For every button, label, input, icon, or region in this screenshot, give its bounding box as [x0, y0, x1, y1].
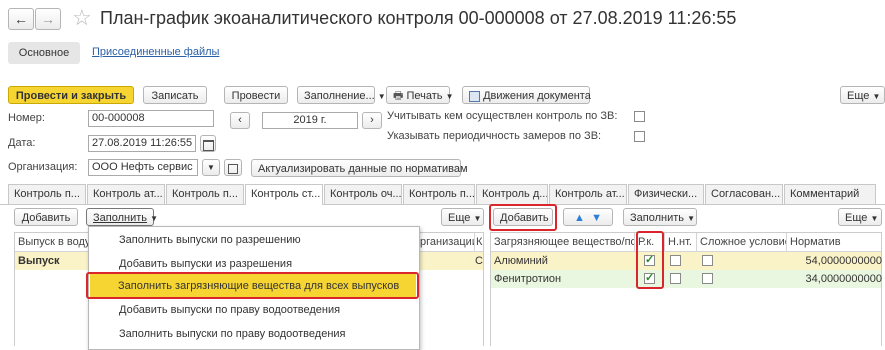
move-buttons[interactable]: ▲ ▼: [563, 208, 613, 226]
tab-control-2[interactable]: Контроль ат...: [87, 184, 165, 204]
right-col-rk[interactable]: Р.к.: [635, 233, 665, 251]
row-1-norm: 54,0000000000: [805, 255, 882, 267]
chevron-left-icon: ‹: [238, 114, 242, 126]
row-2-rk-checkbox[interactable]: [644, 271, 655, 284]
right-col-norm[interactable]: Норматив: [787, 233, 881, 251]
tabs-baseline: [0, 204, 885, 205]
row-1-complex-checkbox[interactable]: [702, 255, 713, 266]
tab-control-1[interactable]: Контроль п...: [8, 184, 86, 204]
left-fill-button[interactable]: Заполнить ▼: [86, 208, 158, 226]
tab-control-3[interactable]: Контроль п...: [166, 184, 244, 204]
post-button[interactable]: Провести: [224, 86, 288, 104]
date-field[interactable]: 27.08.2019 11:26:55: [88, 135, 196, 152]
left-more-label: Еще: [448, 212, 471, 224]
post-and-close-button[interactable]: Провести и закрыть: [8, 86, 134, 104]
organization-dropdown-button[interactable]: ▼: [202, 159, 220, 176]
left-col-org[interactable]: рганизации: [417, 233, 475, 251]
calendar-icon: [202, 140, 214, 151]
right-fill-label: Заполнить: [630, 212, 685, 224]
fill-in-label: Заполнение...: [304, 90, 375, 102]
print-button[interactable]: 🖶 Печать ▼: [386, 86, 453, 104]
row-2-norm: 34,0000000000: [805, 273, 882, 285]
right-col-nnt[interactable]: Н.нт.: [665, 233, 697, 251]
menu-fill-outlets-by-permit[interactable]: Заполнить выпуски по разрешению: [89, 228, 417, 252]
left-fill-label: Заполнить: [93, 212, 148, 224]
tab-comment[interactable]: Комментарий: [784, 184, 876, 204]
zv-period-checkbox[interactable]: [634, 131, 645, 142]
zv-control-label: Учитывать кем осуществлен контроль по ЗВ…: [387, 110, 618, 122]
chevron-right-icon: ›: [370, 114, 374, 126]
arrow-down-icon[interactable]: ▼: [591, 212, 602, 224]
left-add-button[interactable]: Добавить: [14, 208, 78, 226]
movements-label: Движения документа: [483, 90, 591, 102]
right-fill-button[interactable]: Заполнить ▼: [623, 208, 697, 226]
document-movements-button[interactable]: Движения документа: [462, 86, 591, 104]
right-more-button[interactable]: Еще ▼: [838, 208, 882, 226]
page-title: План-график экоаналитического контроля 0…: [100, 8, 737, 28]
row-1-rk-checkbox[interactable]: [644, 253, 655, 266]
right-col-substance[interactable]: Загрязняющее вещество/по...: [491, 233, 635, 251]
chevron-down-icon: ▼: [870, 214, 879, 223]
favorite-star-icon[interactable]: ☆: [72, 5, 92, 31]
tab-control-7[interactable]: Контроль д...: [476, 184, 548, 204]
number-label: Номер:: [8, 112, 45, 124]
calendar-button[interactable]: [200, 135, 216, 152]
right-more-label: Еще: [845, 212, 868, 224]
chevron-down-icon: ▼: [207, 163, 215, 172]
left-col-k[interactable]: К: [475, 233, 484, 251]
date-label: Дата:: [8, 137, 36, 149]
left-col-outlet[interactable]: Выпуск в воду: [15, 233, 89, 251]
row-1-substance: Алюминий: [494, 255, 548, 267]
actualize-norms-button[interactable]: Актуализировать данные по нормативам: [251, 159, 468, 177]
zv-period-label: Указывать периодичность замеров по ЗВ:: [387, 130, 602, 142]
row-2-nnt-checkbox[interactable]: [670, 273, 681, 284]
year-field[interactable]: 2019 г.: [262, 112, 358, 129]
more-label: Еще: [847, 90, 870, 102]
zv-control-checkbox[interactable]: [634, 111, 645, 122]
more-button[interactable]: Еще ▼: [840, 86, 885, 104]
chevron-down-icon: ▼: [445, 92, 454, 101]
tab-main[interactable]: Основное: [8, 42, 80, 64]
back-button[interactable]: ←: [8, 8, 34, 30]
chevron-down-icon: ▼: [872, 92, 881, 101]
year-next-button[interactable]: ›: [362, 112, 382, 129]
menu-add-outlets-by-water-right[interactable]: Добавить выпуски по праву водоотведения: [89, 298, 417, 322]
left-row-k: С: [475, 255, 483, 267]
left-row-outlet: Выпуск: [18, 255, 60, 267]
tab-control-5[interactable]: Контроль оч...: [324, 184, 402, 204]
chevron-down-icon: ▼: [473, 214, 482, 223]
row-2-complex-checkbox[interactable]: [702, 273, 713, 284]
chevron-down-icon: ▼: [150, 214, 158, 223]
forward-button[interactable]: →: [35, 8, 61, 30]
row-1-nnt-checkbox[interactable]: [670, 255, 681, 266]
organization-open-button[interactable]: [224, 159, 242, 176]
right-col-complex[interactable]: Сложное условие: [697, 233, 787, 251]
organization-field[interactable]: ООО Нефть сервис: [88, 159, 198, 176]
number-field[interactable]: 00-000008: [88, 110, 214, 127]
menu-fill-pollutants-all-outlets[interactable]: Заполнить загрязняющие вещества для всех…: [90, 274, 416, 298]
organization-label: Организация:: [8, 161, 78, 173]
arrow-up-icon[interactable]: ▲: [574, 212, 585, 224]
menu-add-outlets-from-permit[interactable]: Добавить выпуски из разрешения: [89, 252, 417, 276]
row-2-substance: Фенитротион: [494, 273, 562, 285]
movements-icon: [469, 90, 480, 102]
tab-control-6[interactable]: Контроль п...: [403, 184, 475, 204]
tab-physical[interactable]: Физически...: [628, 184, 704, 204]
save-button[interactable]: Записать: [143, 86, 207, 104]
printer-icon: 🖶: [393, 90, 404, 102]
tab-control-4[interactable]: Контроль ст...: [245, 184, 323, 205]
tab-attached-files[interactable]: Присоединенные файлы: [92, 46, 219, 58]
menu-fill-outlets-by-water-right[interactable]: Заполнить выпуски по праву водоотведения: [89, 322, 417, 346]
open-link-icon: [228, 164, 238, 174]
chevron-down-icon: ▼: [687, 214, 695, 223]
year-prev-button[interactable]: ‹: [230, 112, 250, 129]
print-label: Печать: [406, 90, 443, 102]
tab-agreement[interactable]: Согласован...: [705, 184, 783, 204]
chevron-down-icon: ▼: [377, 92, 386, 101]
left-more-button[interactable]: Еще ▼: [441, 208, 484, 226]
right-add-button[interactable]: Добавить: [493, 208, 553, 226]
tab-control-8[interactable]: Контроль ат...: [549, 184, 627, 204]
fill-in-button[interactable]: Заполнение... ▼: [297, 86, 386, 104]
